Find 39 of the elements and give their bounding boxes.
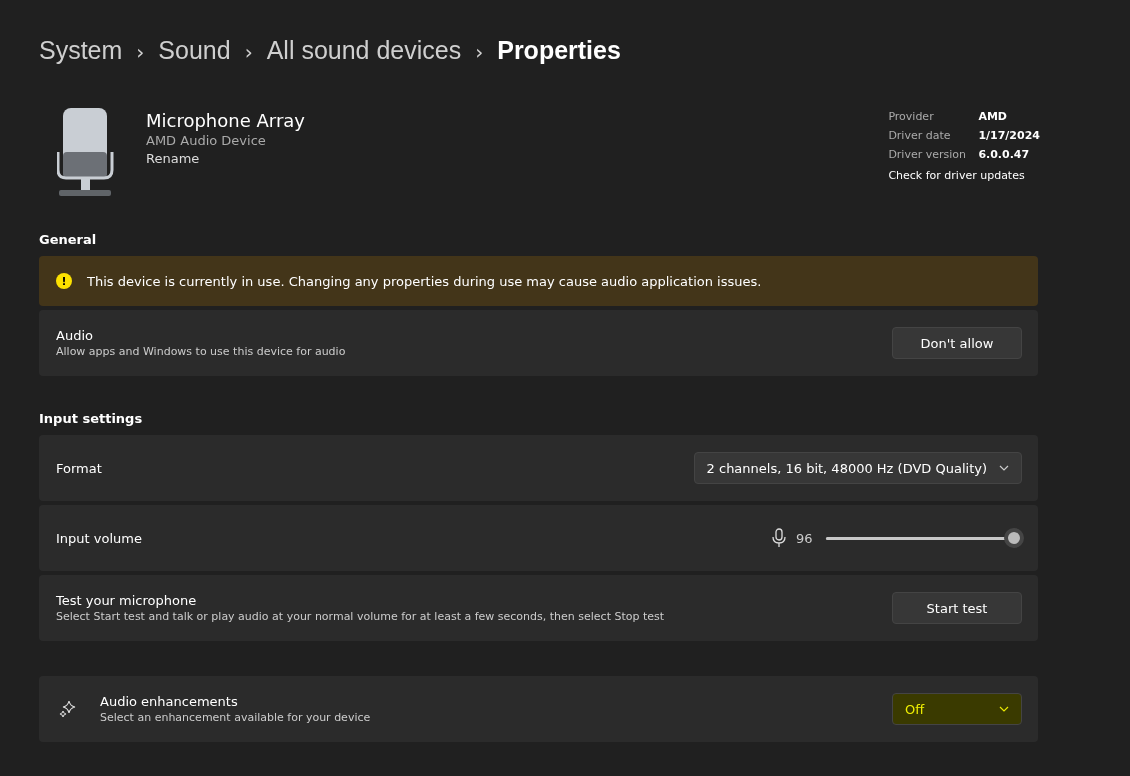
setting-title: Input volume [56, 530, 143, 546]
device-name: Microphone Array [146, 110, 305, 131]
driver-label: Driver version [888, 148, 967, 163]
dont-allow-button[interactable]: Don't allow [892, 327, 1022, 359]
breadcrumb-separator: › [244, 40, 253, 64]
driver-label: Provider [888, 110, 935, 125]
driver-value: AMD [978, 110, 1007, 125]
microphone-icon [772, 528, 786, 548]
volume-reading: 96 [796, 530, 814, 546]
chevron-down-icon [999, 465, 1009, 471]
setting-description: Allow apps and Windows to use this device for audio [56, 345, 347, 358]
driver-value: 6.0.0.47 [978, 148, 1030, 163]
sparkle-icon [58, 699, 78, 719]
breadcrumb-item: Properties [497, 36, 621, 65]
setting-description: Select Start test and talk or play audio at your normal volume for at least a few seconds, then select Stop test [56, 610, 666, 623]
section-heading: Input settings [39, 411, 144, 426]
breadcrumb-separator: › [475, 40, 484, 64]
breadcrumb-separator: › [136, 40, 145, 64]
driver-label: Driver date [888, 129, 952, 144]
setting-title: Test your microphone [56, 593, 198, 608]
start-test-button[interactable]: Start test [892, 592, 1022, 624]
breadcrumb-item[interactable]: Sound [158, 36, 231, 65]
setting-title: Format [56, 460, 103, 476]
warning-icon: ! [56, 273, 72, 289]
warning-text: This device is currently in use. Changing any properties during use may cause audio application issues. [87, 273, 762, 289]
device-description: AMD Audio Device [146, 133, 267, 148]
format-dropdown[interactable]: 2 channels, 16 bit, 48000 Hz (DVD Quality) [693, 452, 1022, 484]
chevron-down-icon [999, 706, 1009, 712]
breadcrumb-item[interactable]: System [39, 36, 123, 65]
driver-update-link[interactable]: Check for driver updates [888, 169, 1040, 182]
setting-description: Select an enhancement available for your device [100, 711, 372, 724]
driver-value: 1/17/2024 [978, 129, 1040, 144]
slider-thumb[interactable] [1004, 528, 1025, 548]
setting-title: Audio enhancements [100, 694, 239, 709]
setting-title: Audio [56, 328, 94, 343]
enhancements-dropdown[interactable]: Off [892, 693, 1022, 725]
section-heading: General [39, 232, 98, 247]
rename-link[interactable]: Rename [146, 151, 305, 166]
breadcrumb-item[interactable]: All sound devices [266, 36, 462, 65]
